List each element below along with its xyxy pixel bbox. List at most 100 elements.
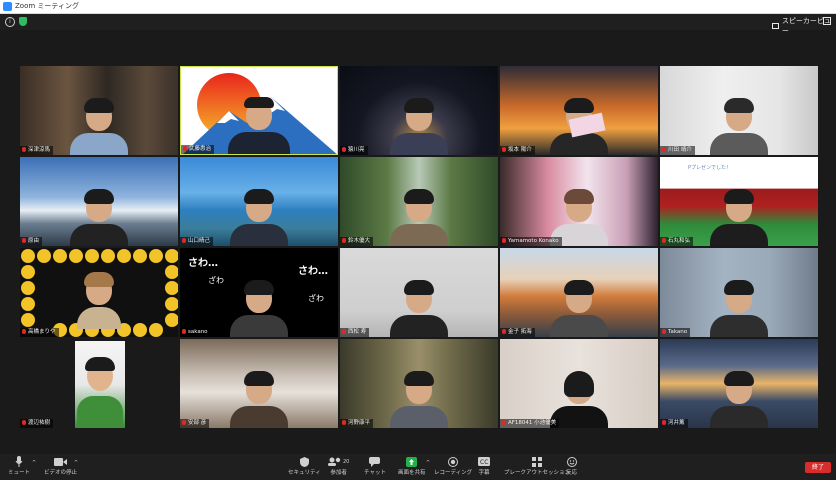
sawa-text-right-2: ざわ [308,294,324,303]
video-options-chevron-icon[interactable]: ^ [74,460,78,466]
security-shield-icon [299,456,309,467]
video-tile[interactable]: 猿川亮 [340,66,498,155]
participant-name: 川田 靖介 [660,146,695,155]
participant-video [390,371,448,428]
window-title: Zoom ミーティング [15,2,79,10]
video-tile[interactable]: 西松 寿 [340,248,498,337]
video-tile[interactable]: 河野康平 [340,339,498,428]
video-tile[interactable]: 河井薫 [660,339,818,428]
video-tile[interactable]: Yamamoto Konako [500,157,658,246]
mic-muted-icon [22,420,26,425]
closed-caption-icon: CC [478,456,490,467]
mic-muted-icon [182,238,186,243]
mic-muted-icon [502,420,506,425]
video-tile[interactable]: 川田 靖介 [660,66,818,155]
participant-name: 安部 彦 [180,419,210,428]
participant-video [390,98,448,155]
smiley-icon [566,456,577,467]
video-tile[interactable]: 鈴木優大 [340,157,498,246]
participant-name: AF18041 小池優美 [500,419,560,428]
participant-name: Takano [660,328,691,337]
stop-video-button[interactable]: ビデオの停止 [44,456,77,478]
participant-name: 河井薫 [660,419,688,428]
participant-name: 高橋まりや [20,328,59,337]
video-tile[interactable]: AF18041 小池優美 [500,339,658,428]
info-icon[interactable]: i [5,17,15,27]
window-title-bar: Zoom ミーティング [0,0,836,14]
video-tile[interactable]: さわ… ざわ さわ… ざわ sakano [180,248,338,337]
participant-video [710,280,768,337]
mic-muted-icon [502,238,506,243]
mic-muted-icon [342,147,346,152]
participant-name: 坂本 陽介 [500,146,535,155]
mic-muted-icon [342,329,346,334]
video-tile[interactable]: 安部 彦 [180,339,338,428]
sawa-text-left-2: ざわ [208,276,224,285]
mic-muted-icon [662,420,666,425]
participant-name: 河野康平 [340,419,374,428]
encryption-shield-icon[interactable] [19,17,27,26]
mic-muted-icon [502,147,506,152]
svg-text:CC: CC [480,459,488,466]
video-tile-active-speaker[interactable]: 武藤惠治 [180,66,338,155]
mute-options-chevron-icon[interactable]: ^ [32,460,36,466]
share-options-chevron-icon[interactable]: ^ [426,460,430,466]
microphone-icon [15,456,23,467]
participant-video [228,97,290,154]
record-button[interactable]: レコーディング [434,456,472,478]
video-tile[interactable]: Takano [660,248,818,337]
zoom-logo-icon [3,2,12,11]
video-tile[interactable]: 原由 [20,157,178,246]
reactions-button[interactable]: 反応 [566,456,577,478]
participant-name: 渡辺祐樹 [20,419,54,428]
sawa-text-left: さわ… [188,258,218,269]
video-tile[interactable]: 金子 拓海 [500,248,658,337]
participants-count: 20 [343,458,350,465]
mute-button[interactable]: ミュート [8,456,30,478]
security-button[interactable]: セキュリティ [288,456,321,478]
participant-video [230,189,288,246]
breakout-rooms-icon [532,456,542,467]
participant-video [710,371,768,428]
chat-bubble-icon [369,456,381,467]
participant-name: 武藤惠治 [181,145,215,154]
banner-text: Pプレゼンでした！ [688,165,732,171]
participant-name: 原由 [20,237,43,246]
mic-muted-icon [182,329,186,334]
mic-muted-icon [662,329,666,334]
mic-muted-icon [22,147,26,152]
mic-muted-icon [22,238,26,243]
participant-name: sakano [180,328,211,337]
participant-name: 金子 拓海 [500,328,535,337]
mic-muted-icon [183,146,187,151]
video-tile[interactable]: 山口晴己 [180,157,338,246]
participant-video [230,371,288,428]
end-meeting-button[interactable]: 終了 [805,462,831,473]
breakout-rooms-button[interactable]: ブレークアウトセッション [504,456,570,478]
participants-button[interactable]: 20 参加者 [328,456,349,478]
video-tile[interactable]: 渡辺祐樹 [20,339,178,428]
participants-icon: 20 [328,456,349,467]
participant-video [70,189,128,246]
participant-video [390,280,448,337]
share-screen-button[interactable]: 画面を共有 [398,456,426,478]
closed-caption-button[interactable]: CC 字幕 [478,456,490,478]
chat-button[interactable]: チャット [364,456,386,478]
participant-video [230,280,288,337]
mic-muted-icon [662,238,666,243]
sawa-text-right: さわ… [298,266,328,277]
participant-name: 深津涼馬 [20,146,54,155]
participant-name: Yamamoto Konako [500,237,562,246]
mic-muted-icon [342,420,346,425]
mic-muted-icon [662,147,666,152]
video-tile[interactable]: 坂本 陽介 [500,66,658,155]
video-tile[interactable]: 高橋まりや [20,248,178,337]
mic-muted-icon [502,329,506,334]
participant-video [550,280,608,337]
participant-video [710,98,768,155]
fullscreen-icon[interactable] [823,17,831,25]
video-camera-icon [54,456,67,467]
video-tile[interactable]: 深津涼馬 [20,66,178,155]
record-icon [448,456,459,467]
video-tile[interactable]: Pプレゼンでした！ 石丸和弘 [660,157,818,246]
